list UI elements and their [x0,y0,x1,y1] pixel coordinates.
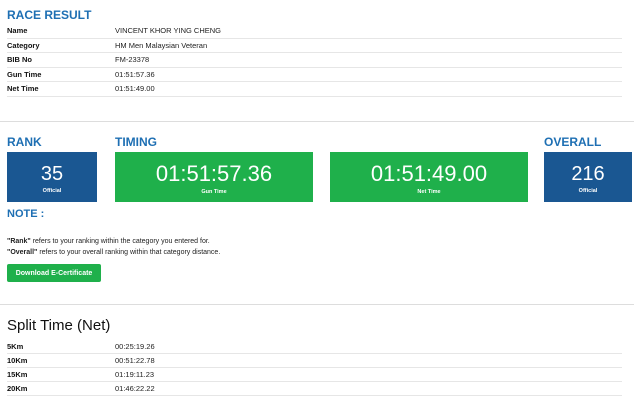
info-row-net-time: Net Time 01:51:49.00 [7,82,622,97]
gun-time-value: 01:51:57.36 [155,161,273,186]
net-time-box: 01:51:49.00 Net Time [330,152,528,202]
note-overall-line: "Overall" refers to your overall ranking… [7,249,220,256]
info-label: Category [7,40,40,50]
split-value: 00:25:19.26 [115,342,155,351]
info-row-gun-time: Gun Time 01:51:57.36 [7,68,622,82]
info-row-category: Category HM Men Malaysian Veteran [7,39,622,53]
split-label: 10Km [7,356,28,365]
download-certificate-button[interactable]: Download E-Certificate [7,264,101,282]
split-row: 20Km 01:46:22.22 [7,382,622,396]
timing-title: TIMING [115,135,157,149]
info-value: 01:51:57.36 [115,69,155,79]
split-row: 10Km 00:51:22.78 [7,354,622,368]
section-divider [0,304,634,305]
info-value: 01:51:49.00 [115,84,155,94]
note-rank-text: refers to your ranking within the catego… [30,238,210,245]
overall-value: 216 [571,163,605,185]
rank-box: 35 Official [7,152,97,202]
split-value: 01:19:11.23 [115,370,155,379]
gun-time-sub-label: Gun Time [201,189,227,195]
info-value: FM-23378 [115,55,150,65]
split-time-table: 5Km 00:25:19.26 10Km 00:51:22.78 15Km 01… [7,340,622,396]
split-label: 20Km [7,384,28,393]
gun-time-box: 01:51:57.36 Gun Time [115,152,313,202]
split-value: 01:46:22.22 [115,384,155,393]
split-label: 5Km [7,342,24,351]
section-divider [0,121,634,122]
rank-title: RANK [7,135,42,149]
note-rank-line: "Rank" refers to your ranking within the… [7,238,210,245]
note-overall-term: "Overall" [7,249,38,256]
info-label: Gun Time [7,69,42,79]
info-label: Net Time [7,84,39,94]
info-row-name: Name VINCENT KHOR YING CHENG [7,24,622,39]
split-time-title: Split Time (Net) [7,317,111,334]
race-info-table: Name VINCENT KHOR YING CHENG Category HM… [7,24,622,97]
overall-box: 216 Official [544,152,632,202]
info-label: Name [7,26,28,36]
race-result-title: RACE RESULT [7,8,92,22]
note-overall-text: refers to your overall ranking within th… [37,249,221,256]
rank-value: 35 [40,163,64,185]
note-title: NOTE : [7,208,45,220]
info-value: VINCENT KHOR YING CHENG [115,26,221,36]
split-row: 5Km 00:25:19.26 [7,340,622,354]
note-rank-term: "Rank" [7,238,31,245]
rank-sub-label: Official [42,188,62,194]
info-label: BIB No [7,55,32,65]
split-row: 15Km 01:19:11.23 [7,368,622,382]
split-value: 00:51:22.78 [115,356,155,365]
net-time-sub-label: Net Time [417,189,441,195]
net-time-value: 01:51:49.00 [370,161,488,186]
overall-sub-label: Official [578,188,598,194]
info-row-bib: BIB No FM-23378 [7,53,622,68]
overall-title: OVERALL [544,135,602,149]
info-value: HM Men Malaysian Veteran [115,40,208,50]
split-label: 15Km [7,370,28,379]
